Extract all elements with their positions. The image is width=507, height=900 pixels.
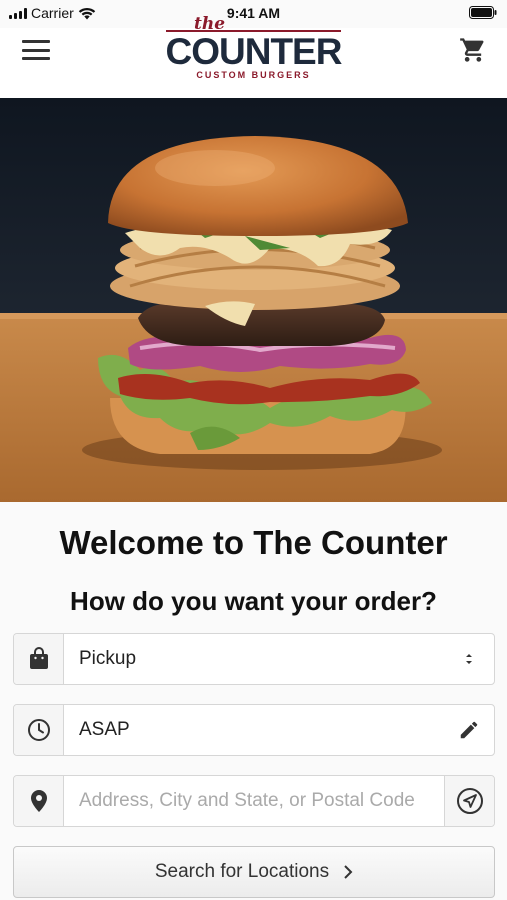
edit-pencil-icon[interactable] xyxy=(444,705,494,755)
order-type-value: Pickup xyxy=(79,648,137,669)
chevron-right-icon xyxy=(344,865,353,879)
order-type-select[interactable]: Pickup xyxy=(13,633,495,685)
address-field[interactable] xyxy=(13,775,495,827)
search-locations-label: Search for Locations xyxy=(154,861,330,882)
order-time-value: ASAP xyxy=(79,719,130,740)
select-arrows-icon xyxy=(444,634,494,684)
address-input-wrapper xyxy=(64,776,444,826)
brand-logo: the COUNTER CUSTOM BURGERS xyxy=(0,16,507,80)
hero-burger-image xyxy=(0,98,507,502)
cart-icon[interactable] xyxy=(459,36,487,64)
logo-name: COUNTER xyxy=(165,30,342,72)
order-time-field[interactable]: ASAP xyxy=(13,704,495,756)
current-location-icon[interactable] xyxy=(444,776,494,826)
order-question: How do you want your order? xyxy=(70,586,437,616)
search-locations-button[interactable]: Search for Locations xyxy=(13,846,495,898)
app-header: the COUNTER CUSTOM BURGERS xyxy=(0,16,507,98)
bag-icon xyxy=(14,634,64,684)
welcome-title: Welcome to The Counter xyxy=(59,524,448,561)
logo-tagline: CUSTOM BURGERS xyxy=(196,70,311,80)
location-pin-icon xyxy=(14,776,64,826)
clock-icon xyxy=(14,705,64,755)
address-input[interactable] xyxy=(79,790,429,812)
